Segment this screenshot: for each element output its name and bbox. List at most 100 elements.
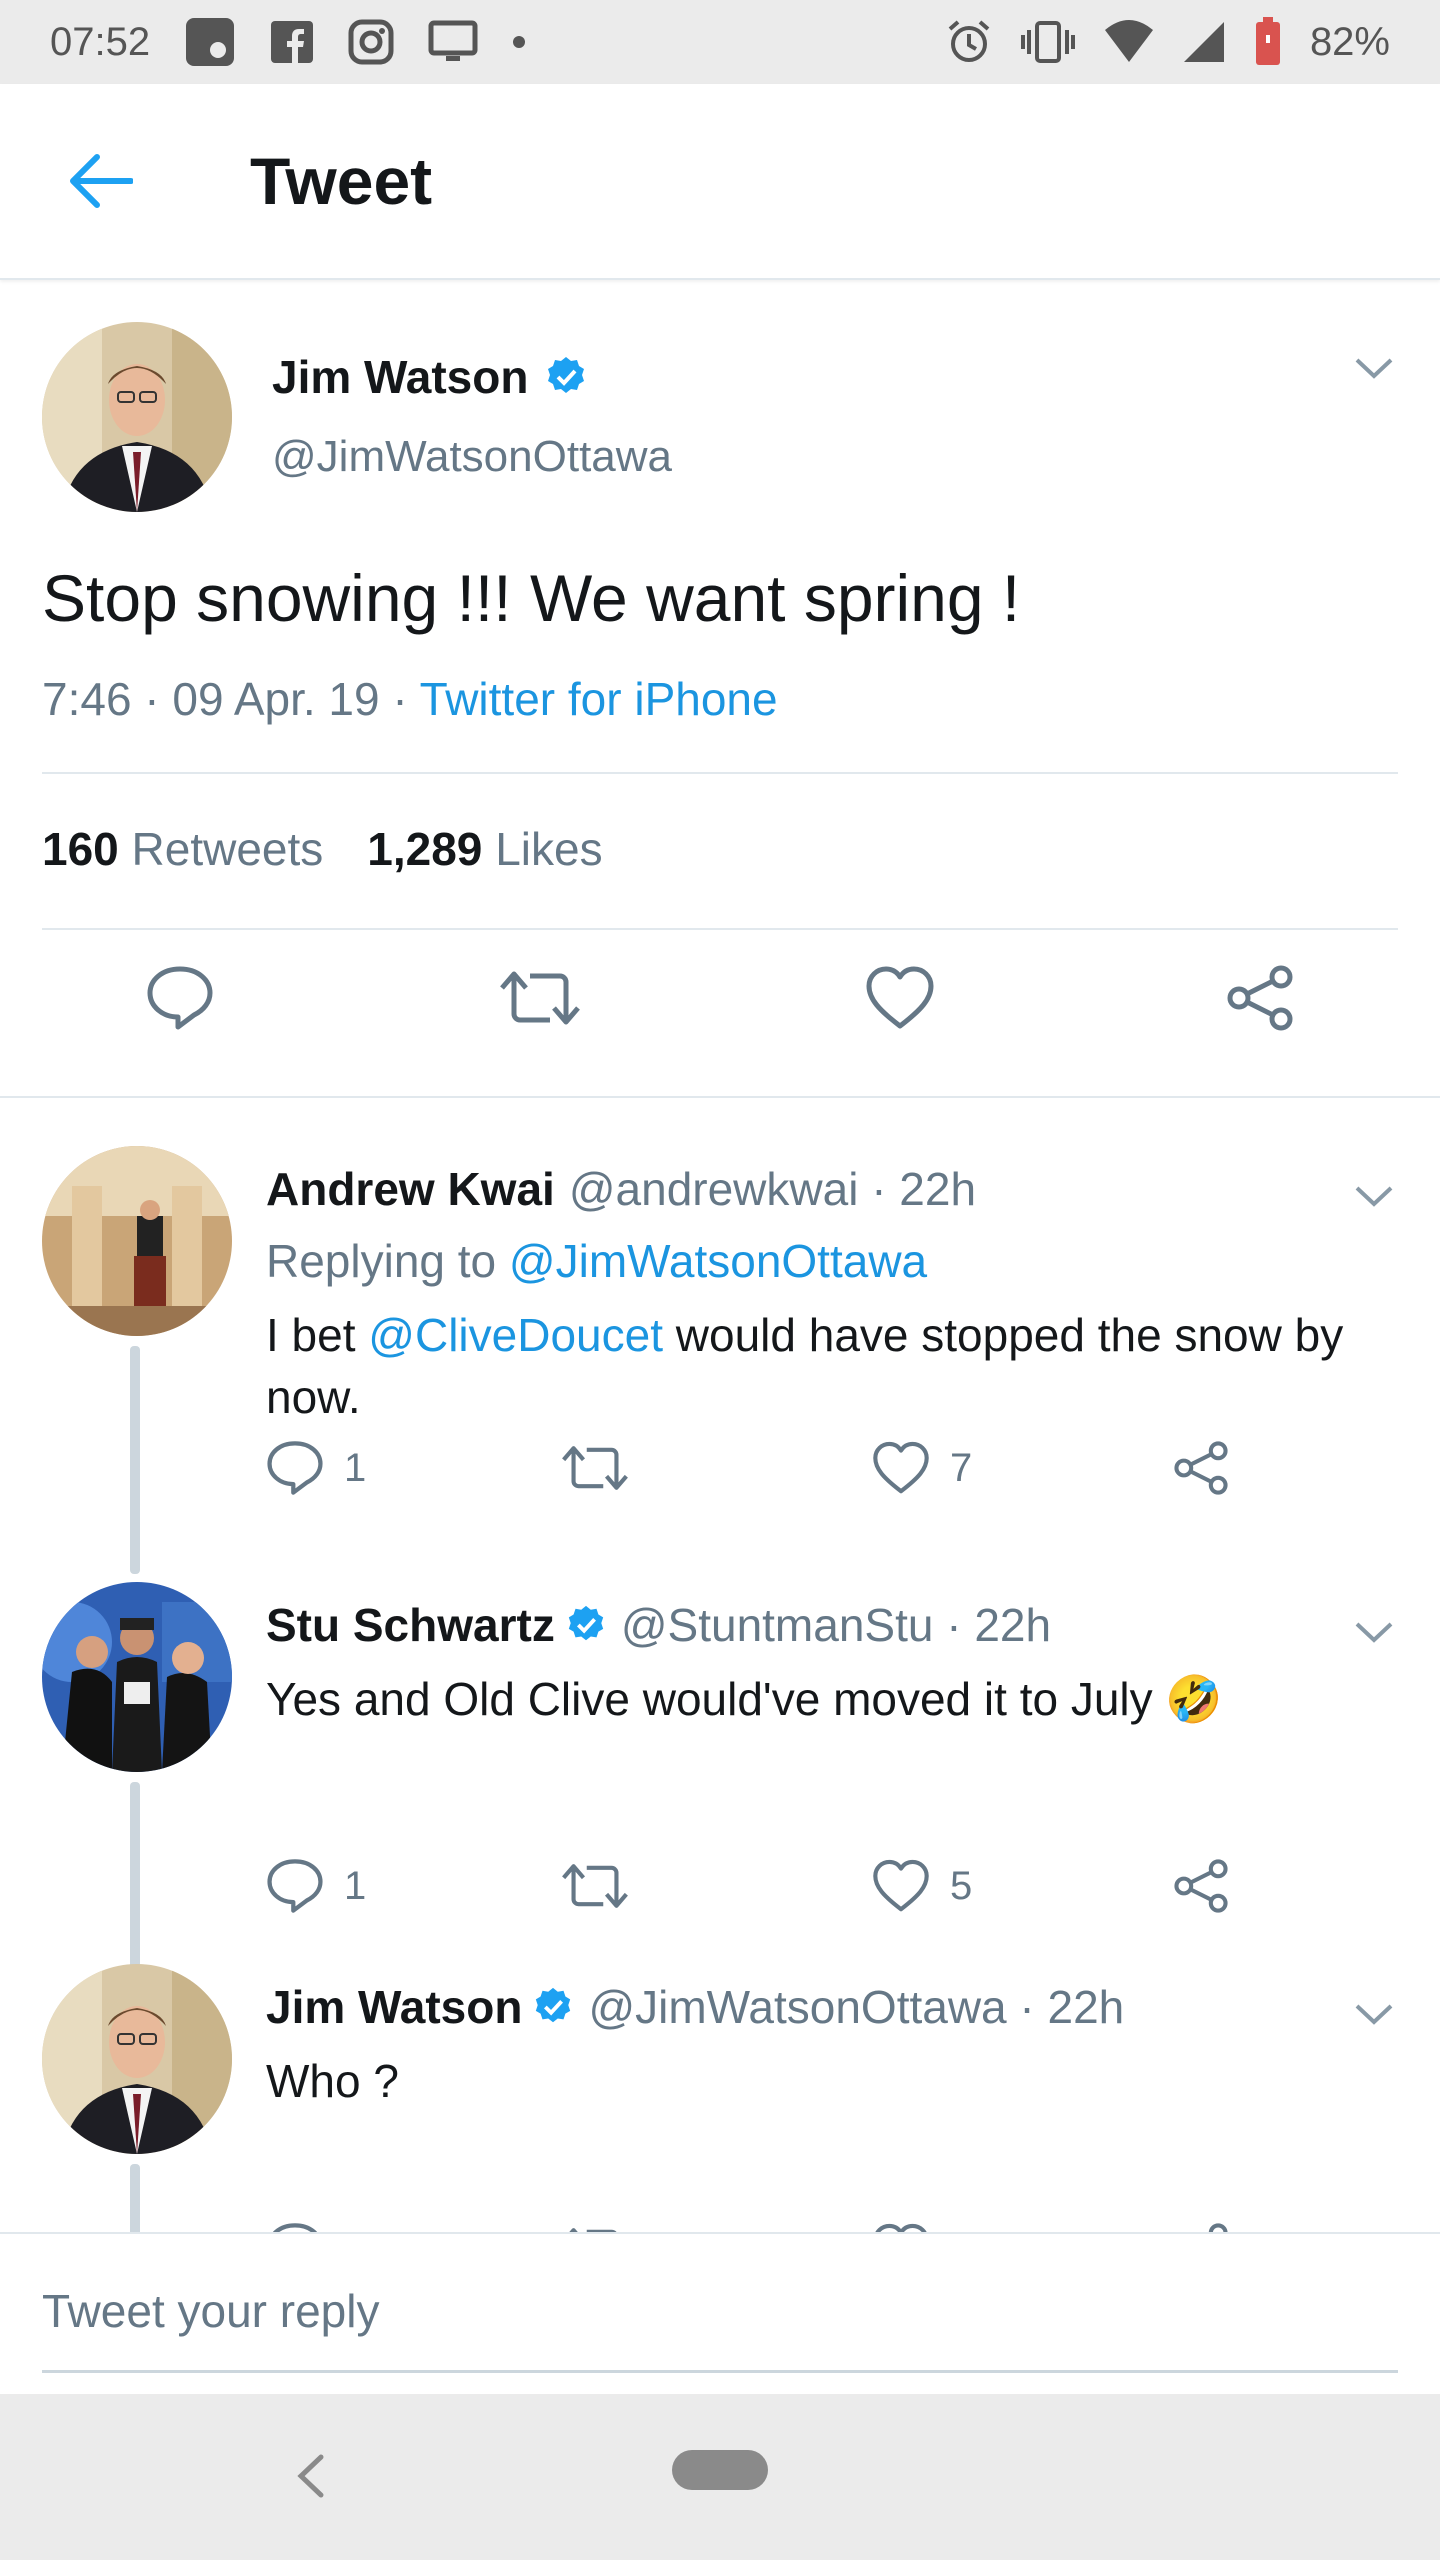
share-icon [1174, 1859, 1228, 1913]
chevron-left-icon [297, 2454, 324, 2498]
reply-button[interactable]: 1 [266, 1428, 366, 1508]
heart-icon [866, 966, 934, 1029]
author-name[interactable]: Jim Watson [272, 350, 588, 404]
author-handle[interactable]: @StuntmanStu · 22h [621, 1598, 1051, 1652]
mention-link[interactable]: @JimWatsonOttawa [509, 1235, 927, 1287]
share-icon [1208, 2223, 1228, 2232]
cell-signal-icon [1182, 20, 1226, 64]
heart-icon [873, 1859, 929, 1912]
reply-header: Jim Watson @JimWatsonOttawa · 22h [266, 1980, 1124, 2034]
tweet-text: Yes and Old Clive would've moved it to J… [266, 1673, 1223, 1725]
replying-to: Replying to @JimWatsonOttawa [266, 1235, 928, 1287]
retweet-icon [562, 1864, 628, 1908]
tweet-text: I bet @CliveDoucet would have stopped th… [266, 1309, 1344, 1423]
app-header: Tweet [0, 84, 1440, 280]
author-handle[interactable]: @JimWatsonOttawa [272, 432, 672, 482]
nav-home-pill[interactable] [672, 2450, 768, 2490]
share-button[interactable] [1210, 948, 1310, 1048]
tweet-source-link[interactable]: Twitter for iPhone [420, 673, 778, 725]
reply-icon [267, 1441, 323, 1495]
like-button[interactable]: 7 [872, 1428, 972, 1508]
retweet-button[interactable] [562, 1846, 648, 1926]
battery-percent: 82% [1309, 19, 1390, 64]
tweet-actions [0, 938, 1440, 1058]
facebook-icon [270, 20, 314, 64]
system-nav-bar [0, 2394, 1440, 2560]
vibrate-icon [1020, 20, 1076, 64]
author-name[interactable]: Stu Schwartz [266, 1598, 555, 1652]
tweet-actions: 1 7 [266, 1428, 1266, 1508]
chevron-down-icon [1355, 2004, 1393, 2025]
verified-badge-icon [568, 1605, 604, 1641]
tweet-menu-button[interactable] [1344, 1984, 1404, 2044]
notification-app-icon [184, 16, 236, 68]
divider [42, 772, 1398, 774]
back-button[interactable] [50, 131, 150, 231]
retweet-button[interactable] [490, 948, 590, 1048]
share-button[interactable] [1172, 1428, 1230, 1508]
chevron-down-icon [1355, 358, 1393, 379]
retweet-icon [562, 1446, 628, 1490]
tweet-actions: 1 3 19 [266, 2210, 1266, 2232]
reply-clip: Jim Watson @JimWatsonOttawa · 22h Who ? … [0, 1960, 1440, 2232]
reply-composer: Tweet your reply [0, 2232, 1440, 2394]
retweets-stat[interactable]: 160 Retweets [42, 822, 323, 876]
status-time: 07:52 [50, 19, 151, 64]
reply-count: 1 [344, 1863, 367, 1908]
thread-line [130, 1782, 140, 1972]
likes-stat[interactable]: 1,289 Likes [367, 822, 602, 876]
wifi-icon [1104, 20, 1154, 64]
tweet-stats: 160 Retweets 1,289 Likes [42, 822, 603, 876]
tweet-meta: 7:46 · 09 Apr. 19 · Twitter for iPhone [42, 672, 778, 726]
avatar[interactable] [42, 1964, 232, 2154]
chevron-down-icon [1355, 1186, 1393, 1207]
author-name[interactable]: Jim Watson [266, 1980, 522, 2034]
reply-icon [147, 966, 213, 1030]
like-button[interactable]: 5 [872, 1846, 972, 1926]
chevron-down-icon [1355, 1622, 1393, 1643]
tweet-menu-button[interactable] [1344, 338, 1404, 398]
tweet-text: Who ? [266, 2055, 399, 2107]
divider [42, 928, 1398, 930]
avatar[interactable] [42, 1582, 232, 1772]
battery-icon [1254, 17, 1282, 67]
verified-badge-icon [536, 1987, 571, 2023]
page-title: Tweet [250, 144, 433, 218]
retweet-icon [569, 2228, 617, 2232]
avatar[interactable] [42, 1146, 232, 1336]
tweet-timestamp: 7:46 · 09 Apr. 19 · [42, 673, 420, 725]
reply-input[interactable]: Tweet your reply [42, 2284, 379, 2338]
alarm-icon [946, 19, 992, 65]
section-divider [0, 1096, 1440, 1098]
tweet-menu-button[interactable] [1344, 1602, 1404, 1662]
verified-badge-icon [548, 357, 585, 393]
retweet-icon [500, 971, 580, 1025]
reply-header: Andrew Kwai @andrewkwai · 22h [266, 1162, 976, 1216]
author-handle[interactable]: @JimWatsonOttawa · 22h [588, 1980, 1124, 2034]
author-handle[interactable]: @andrewkwai · 22h [569, 1162, 976, 1216]
nav-back-button[interactable] [280, 2436, 340, 2516]
instagram-icon [348, 19, 394, 65]
retweet-button[interactable]: 3 [562, 2210, 670, 2232]
avatar[interactable] [42, 322, 232, 512]
like-button[interactable]: 19 [872, 2210, 995, 2232]
share-icon [1227, 965, 1293, 1031]
reply-header: Stu Schwartz @StuntmanStu · 22h [266, 1598, 1051, 1652]
main-tweet: Jim Watson @JimWatsonOttawa Stop snowing… [0, 282, 1440, 1098]
mention-link[interactable]: @CliveDoucet [368, 1309, 663, 1361]
reply-button[interactable]: 1 [266, 2210, 366, 2232]
author-name[interactable]: Andrew Kwai [266, 1162, 555, 1216]
thread-line [130, 2164, 140, 2232]
retweet-button[interactable] [562, 1428, 648, 1508]
like-button[interactable] [850, 948, 950, 1048]
share-button[interactable] [1172, 1846, 1230, 1926]
reply-icon [273, 2223, 317, 2232]
heart-icon [873, 1441, 929, 1494]
tweet-menu-button[interactable] [1344, 1166, 1404, 1226]
reply-button[interactable]: 1 [266, 1846, 366, 1926]
share-icon [1174, 1441, 1228, 1495]
reply-button[interactable] [130, 948, 230, 1048]
screen-cast-icon [428, 20, 478, 64]
share-button[interactable] [1172, 2210, 1230, 2232]
reply-icon [267, 1859, 323, 1913]
